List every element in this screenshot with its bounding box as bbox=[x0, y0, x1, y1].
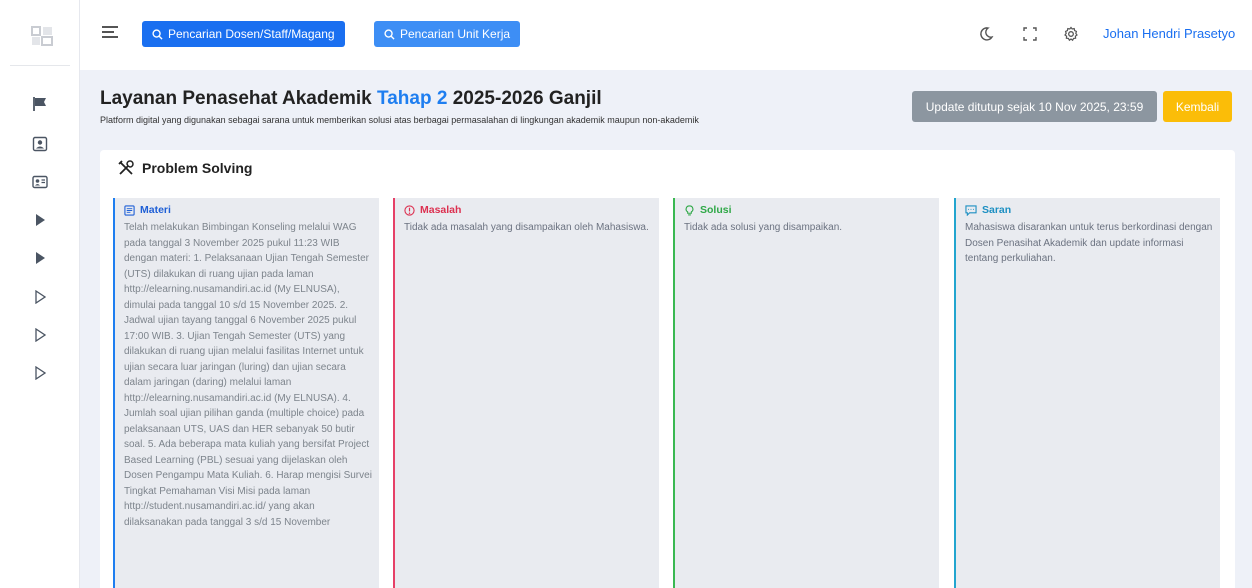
page-title-prefix: Layanan Penasehat Akademik bbox=[100, 88, 372, 109]
lightbulb-icon bbox=[685, 204, 694, 215]
alert-circle-icon bbox=[404, 204, 415, 216]
user-card-icon[interactable] bbox=[30, 134, 50, 154]
fullscreen-icon[interactable] bbox=[1021, 25, 1039, 43]
update-closed-button[interactable]: Update ditutup sejak 10 Nov 2025, 23:59 bbox=[912, 91, 1157, 122]
sidebar-divider bbox=[10, 65, 70, 66]
search-unit-button[interactable]: Pencarian Unit Kerja bbox=[374, 21, 521, 47]
document-icon bbox=[124, 204, 135, 216]
masalah-column: Masalah Tidak ada masalah yang disampaik… bbox=[393, 198, 659, 588]
search-dosen-button[interactable]: Pencarian Dosen/Staff/Magang bbox=[142, 21, 345, 47]
gear-icon[interactable] bbox=[1062, 25, 1080, 43]
page-title-suffix: 2025-2026 Ganjil bbox=[452, 88, 602, 109]
flag-icon[interactable] bbox=[30, 94, 50, 114]
app-logo[interactable] bbox=[30, 24, 54, 48]
tools-icon bbox=[118, 160, 134, 175]
masalah-header: Masalah bbox=[404, 204, 653, 216]
page-title-accent: Tahap 2 bbox=[377, 88, 448, 109]
solusi-body: Tidak ada solusi yang disampaikan. bbox=[684, 222, 843, 233]
saran-header: Saran bbox=[965, 204, 1214, 216]
solusi-column: Solusi Tidak ada solusi yang disampaikan… bbox=[673, 198, 939, 588]
materi-body: Telah melakukan Bimbingan Konseling mela… bbox=[124, 222, 372, 528]
id-card-icon[interactable] bbox=[30, 172, 50, 192]
search-unit-label: Pencarian Unit Kerja bbox=[400, 27, 511, 41]
search-icon bbox=[384, 28, 395, 40]
menu-toggle-icon[interactable] bbox=[102, 26, 118, 40]
user-name-link[interactable]: Johan Hendri Prasetyo bbox=[1103, 26, 1235, 41]
caret-right-outline-icon[interactable] bbox=[30, 363, 50, 383]
caret-right-outline-icon[interactable] bbox=[30, 325, 50, 345]
materi-header: Materi bbox=[124, 204, 373, 216]
sidebar bbox=[0, 0, 80, 588]
message-icon bbox=[965, 204, 977, 216]
saran-column: Saran Mahasiswa disarankan untuk terus b… bbox=[954, 198, 1220, 588]
back-button[interactable]: Kembali bbox=[1163, 91, 1232, 122]
card-title-text: Problem Solving bbox=[142, 160, 253, 176]
materi-title: Materi bbox=[140, 204, 171, 216]
caret-right-outline-icon[interactable] bbox=[30, 287, 50, 307]
page-subtitle: Platform digital yang digunakan sebagai … bbox=[100, 115, 699, 125]
page-title: Layanan Penasehat Akademik Tahap 2 2025-… bbox=[100, 88, 602, 110]
caret-right-filled-icon[interactable] bbox=[30, 248, 50, 268]
solusi-header: Solusi bbox=[684, 204, 933, 216]
card-title: Problem Solving bbox=[118, 160, 252, 176]
caret-right-filled-icon[interactable] bbox=[30, 210, 50, 230]
masalah-title: Masalah bbox=[420, 204, 462, 216]
moon-icon[interactable] bbox=[977, 25, 995, 43]
solusi-title: Solusi bbox=[700, 204, 732, 216]
search-dosen-label: Pencarian Dosen/Staff/Magang bbox=[168, 27, 335, 41]
problem-solving-card: Problem Solving Materi Telah melakukan B… bbox=[100, 150, 1235, 588]
saran-body: Mahasiswa disarankan untuk terus berkord… bbox=[965, 222, 1213, 264]
masalah-body: Tidak ada masalah yang disampaikan oleh … bbox=[404, 222, 649, 233]
search-icon bbox=[152, 28, 163, 40]
materi-column: Materi Telah melakukan Bimbingan Konseli… bbox=[113, 198, 379, 588]
topbar: Pencarian Dosen/Staff/Magang Pencarian U… bbox=[80, 0, 1252, 70]
saran-title: Saran bbox=[982, 204, 1012, 216]
